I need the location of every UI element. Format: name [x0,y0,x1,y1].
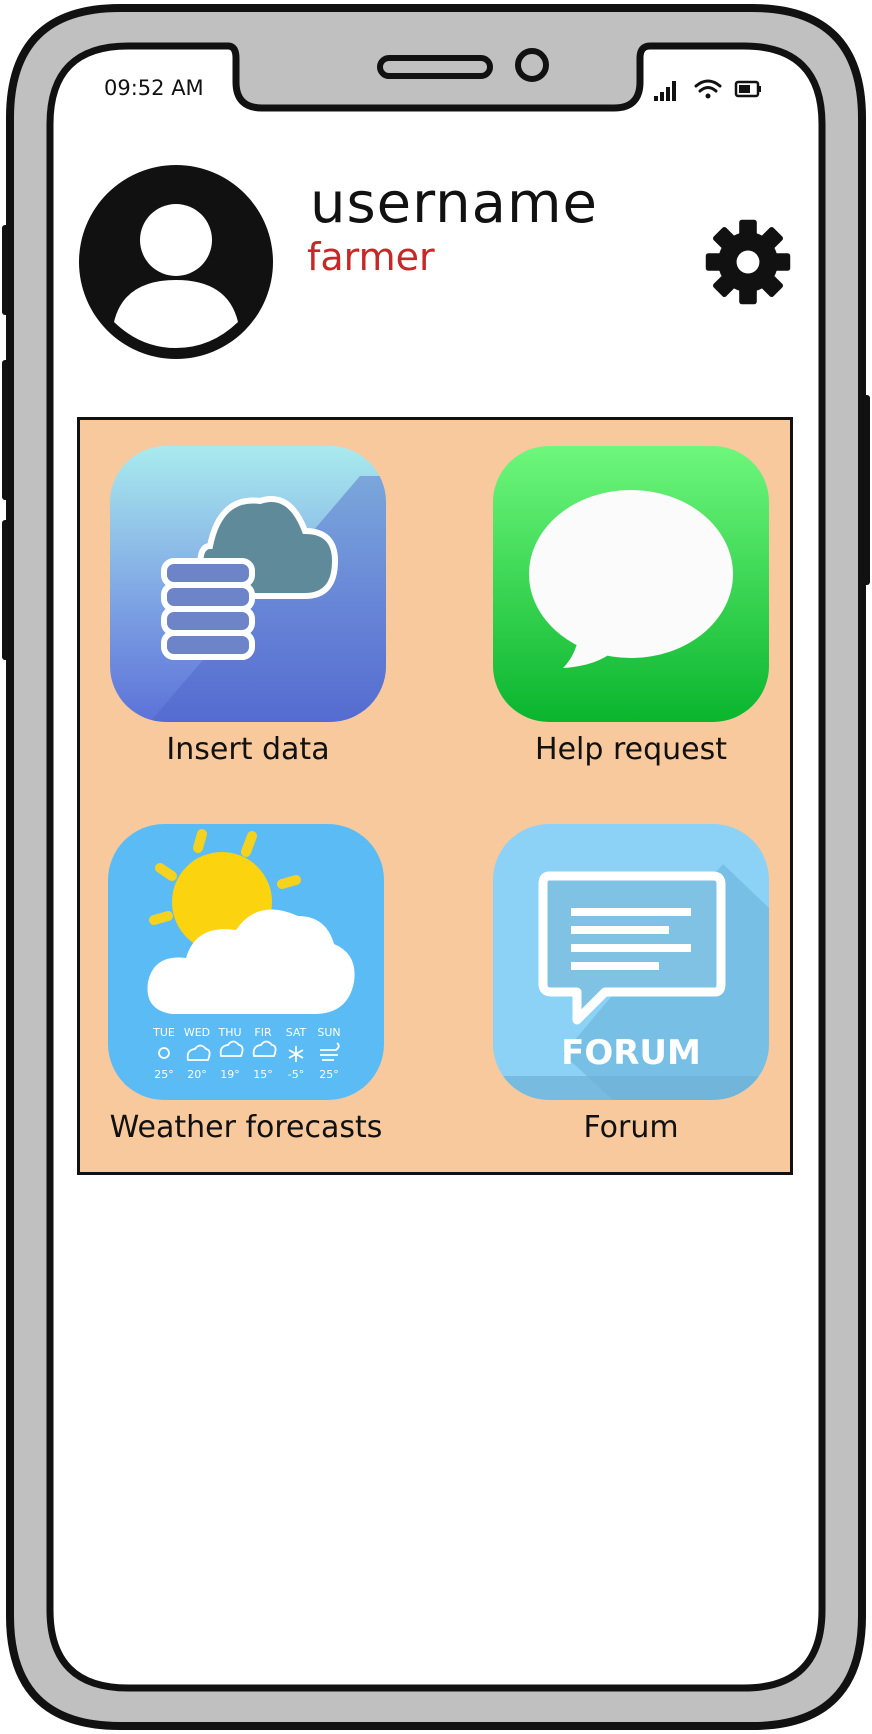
weather-day-1: WED [184,1026,210,1039]
gear-icon[interactable] [704,218,792,306]
app-label-forum: Forum [583,1110,679,1145]
weather-day-3: FIR [254,1026,272,1039]
weather-temp-3: 15° [253,1068,273,1081]
app-tile-forum[interactable]: FORUM Forum [493,824,769,1145]
battery-icon [734,80,761,98]
message-bubble-icon [493,446,769,722]
app-tile-help-request[interactable]: Help request [493,446,769,767]
app-label-help-request: Help request [535,732,727,767]
forum-icon: FORUM [493,824,769,1100]
weather-day-2: THU [217,1026,241,1039]
signal-icon [654,81,676,101]
app-tile-weather-forecasts[interactable]: TUE WED THU FIR SAT SUN 25° 20° 19° 15° … [108,824,384,1145]
weather-temp-1: 20° [187,1068,207,1081]
weather-temp-0: 25° [154,1068,174,1081]
status-icons [654,79,761,101]
wifi-icon [694,79,722,99]
weather-day-5: SUN [317,1026,340,1039]
profile-role: farmer [307,235,435,279]
weather-day-0: TUE [152,1026,175,1039]
avatar[interactable] [76,162,276,362]
weather-day-4: SAT [286,1026,307,1039]
app-label-weather-forecasts: Weather forecasts [109,1110,383,1145]
weather-temp-5: 25° [319,1068,339,1081]
weather-temp-4: -5° [288,1068,304,1081]
weather-icon: TUE WED THU FIR SAT SUN 25° 20° 19° 15° … [108,824,384,1100]
app-label-insert-data: Insert data [166,732,330,767]
app-tile-insert-data[interactable]: Insert data [110,446,386,767]
profile-username: username [310,171,598,236]
weather-temp-2: 19° [220,1068,240,1081]
status-time: 09:52 AM [104,76,204,100]
forum-icon-text: FORUM [561,1033,701,1073]
app-grid: Insert data Help request TUE WED THU FIR… [77,417,793,1175]
cloud-database-icon [110,446,386,722]
